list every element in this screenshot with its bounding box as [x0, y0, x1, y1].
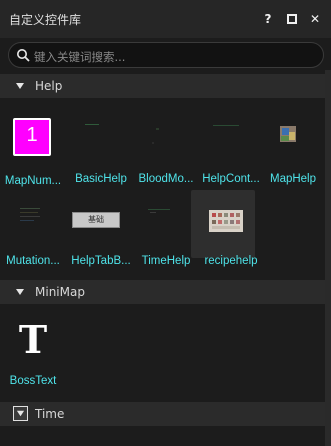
collapse-arrow-focused-icon: [13, 406, 28, 421]
section-header-time[interactable]: Time: [0, 402, 325, 426]
blank-preview-thumbnail: [85, 124, 99, 125]
widget-item-bosstext[interactable]: T BossText: [0, 317, 66, 408]
badge-number: 1: [26, 124, 38, 146]
collapse-arrow-icon: [16, 83, 24, 89]
grid-preview-thumbnail: [209, 210, 243, 232]
blank-preview-thumbnail: [148, 209, 170, 213]
section-label: Time: [35, 407, 65, 421]
widget-item-maphelp[interactable]: MapHelp: [255, 118, 321, 208]
widget-item-timehelp[interactable]: TimeHelp: [128, 200, 194, 290]
widget-name: Mutation...: [6, 255, 60, 267]
maximize-button[interactable]: [284, 11, 300, 27]
button-preview-label: 基础: [88, 215, 104, 224]
section-header-minimap[interactable]: MiniMap: [0, 280, 325, 304]
widget-name: MapNum...: [4, 175, 62, 187]
search-input[interactable]: 键入关键词搜索...: [8, 42, 324, 68]
section-header-help[interactable]: Help: [0, 74, 325, 98]
widget-name: BossText: [9, 375, 57, 387]
button-preview-thumbnail: 基础: [72, 212, 120, 230]
blank-preview-thumbnail: [152, 128, 159, 144]
scrollbar-track[interactable]: [325, 70, 331, 446]
widget-item-bloodmo[interactable]: BloodMo...: [128, 118, 194, 208]
blank-preview-thumbnail: [213, 125, 239, 126]
maximize-icon: [287, 14, 297, 24]
collapse-arrow-icon: [16, 289, 24, 295]
widget-item-recipehelp[interactable]: recipehelp: [191, 190, 259, 290]
close-button[interactable]: ✕: [307, 11, 323, 27]
widget-name: MapHelp: [269, 173, 317, 185]
search-placeholder: 键入关键词搜索...: [34, 50, 126, 64]
widget-name: recipehelp: [204, 255, 258, 267]
widget-item-basichelp[interactable]: BasicHelp: [63, 118, 129, 208]
text-T-icon: T: [18, 317, 48, 362]
number-badge-thumbnail: 1: [13, 118, 51, 156]
help-button[interactable]: ?: [260, 11, 276, 27]
map-preview-thumbnail: [280, 126, 296, 142]
window-title: 自定义控件库: [9, 13, 82, 27]
window-titlebar: 自定义控件库 ? ✕: [0, 0, 331, 38]
text-preview-thumbnail: [20, 208, 40, 221]
widget-item-mutation[interactable]: Mutation...: [0, 200, 66, 290]
widget-item-helptabb[interactable]: 基础 HelpTabB...: [63, 200, 131, 290]
search-icon: [17, 49, 30, 62]
section-label: MiniMap: [35, 285, 85, 299]
widget-item-mapnum[interactable]: 1 MapNum...: [0, 118, 66, 208]
section-label: Help: [35, 79, 63, 93]
